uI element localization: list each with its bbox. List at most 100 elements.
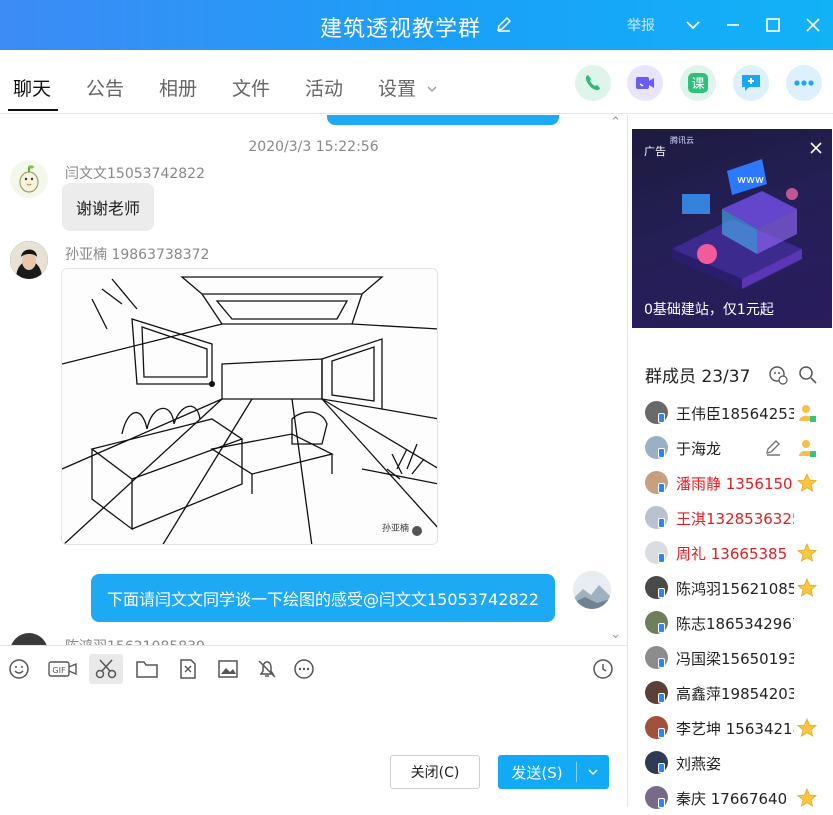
member-row[interactable]: 陈鸿羽15621085: [628, 570, 833, 605]
avatar[interactable]: [10, 241, 48, 279]
more-icon: [794, 80, 814, 86]
chevron-down-icon: [686, 21, 700, 30]
ad-text: 0基础建站，仅1元起: [644, 302, 774, 318]
sender-name[interactable]: 闫文文15053742822: [65, 163, 205, 183]
tab-settings[interactable]: 设置: [378, 74, 438, 101]
member-name[interactable]: 高鑫萍19854203875: [676, 683, 794, 704]
report-button[interactable]: 举报: [627, 15, 655, 35]
member-row[interactable]: 高鑫萍19854203875: [628, 675, 833, 710]
video-call-button[interactable]: [627, 65, 663, 101]
mobile-online-icon: [658, 588, 665, 598]
sender-name[interactable]: 陈鸿羽15621085839: [65, 636, 205, 645]
edit-title-icon[interactable]: [495, 15, 513, 40]
send-file-button[interactable]: [130, 654, 164, 684]
send-options-dropdown[interactable]: [577, 766, 609, 778]
tab-album[interactable]: 相册: [159, 74, 197, 101]
member-row[interactable]: 王淇13285363252: [628, 500, 833, 535]
member-manage-button[interactable]: [768, 365, 788, 389]
more-tools-button[interactable]: [287, 654, 321, 684]
member-name[interactable]: 冯国梁15650193395: [676, 648, 794, 669]
scroll-down-icon[interactable]: ⌄: [610, 627, 621, 642]
screenshot-button[interactable]: [89, 654, 123, 684]
emoji-button[interactable]: [2, 654, 36, 684]
active-tab-indicator: [8, 109, 58, 111]
doc-icon: [180, 659, 196, 679]
message-timestamp: 2020/3/3 15:22:56: [248, 139, 379, 155]
tab-announcement[interactable]: 公告: [86, 74, 124, 101]
member-search-button[interactable]: [798, 365, 818, 389]
message-input[interactable]: [0, 691, 627, 756]
maximize-icon: [766, 18, 780, 32]
window-title-text: 建筑透视教学群: [319, 17, 481, 42]
class-icon-label: 课: [691, 77, 704, 92]
send-image-button[interactable]: [211, 654, 245, 684]
class-button[interactable]: 课: [680, 65, 716, 101]
member-name[interactable]: 王淇13285363252: [676, 508, 794, 529]
member-name[interactable]: 陈鸿羽15621085: [676, 578, 794, 599]
mobile-online-icon: [658, 413, 665, 423]
phone-icon: [585, 75, 600, 91]
member-name[interactable]: 周礼 13665385: [676, 543, 794, 564]
maximize-button[interactable]: [753, 0, 793, 50]
phone-call-button[interactable]: [575, 65, 611, 101]
cartoon-avatar-icon: [19, 165, 39, 193]
mobile-online-icon: [658, 518, 665, 528]
close-button[interactable]: 关闭(C): [390, 755, 480, 789]
message-history-button[interactable]: [586, 654, 620, 684]
star-badge-icon: [797, 472, 817, 492]
member-name[interactable]: 王伟臣18564253: [676, 403, 794, 424]
close-window-button[interactable]: [793, 0, 833, 50]
member-row[interactable]: 冯国梁15650193395: [628, 640, 833, 675]
minimize-icon: [727, 24, 739, 26]
ad-banner[interactable]: 广告 腾讯云 www 0基础建站，仅1元起: [632, 129, 832, 328]
sender-name[interactable]: 孙亚楠 19863738372: [65, 244, 209, 264]
member-name[interactable]: 陈志18653429671: [676, 613, 794, 634]
tab-files[interactable]: 文件: [232, 74, 270, 101]
avatar[interactable]: [10, 160, 48, 198]
tab-chat[interactable]: 聊天: [13, 74, 51, 101]
member-row[interactable]: 潘雨静 13561505: [628, 465, 833, 500]
new-topic-button[interactable]: [733, 65, 769, 101]
dropdown-button[interactable]: [673, 0, 713, 50]
minimize-button[interactable]: [713, 0, 753, 50]
member-badge: [796, 577, 818, 603]
member-badge: [796, 542, 818, 568]
member-name[interactable]: 李艺坤 15634218: [676, 718, 794, 739]
mobile-online-icon: [658, 763, 665, 773]
member-row[interactable]: 王伟臣18564253: [628, 395, 833, 430]
member-badge: [766, 437, 818, 463]
chat-message-area[interactable]: ⌃ 2020/3/3 15:22:56 闫文文15053742822 谢谢老师 …: [0, 115, 627, 645]
mobile-online-icon: [658, 728, 665, 738]
member-name[interactable]: 潘雨静 13561505: [676, 473, 794, 494]
edit-icon: [766, 440, 780, 456]
member-row[interactable]: 刘燕姿: [628, 745, 833, 780]
ad-illustration: www: [672, 159, 802, 289]
landscape-avatar-icon: [573, 571, 611, 609]
mobile-online-icon: [658, 483, 665, 493]
close-icon: [806, 18, 820, 32]
more-actions-button[interactable]: [786, 65, 822, 101]
member-name[interactable]: 刘燕姿: [676, 753, 794, 774]
send-button[interactable]: 发送(S): [498, 755, 609, 789]
image-message[interactable]: 孙亚楠: [61, 268, 438, 545]
message-bubble-self: 下面请闫文文同学谈一下绘图的感受@闫文文15053742822: [91, 574, 555, 622]
chevron-down-icon: [588, 769, 598, 776]
member-badge: [796, 472, 818, 498]
previous-message-bubble: [327, 115, 559, 125]
document-button[interactable]: [171, 654, 205, 684]
member-row[interactable]: 李艺坤 15634218: [628, 710, 833, 745]
gif-button[interactable]: GIF: [45, 654, 81, 684]
avatar-self[interactable]: [573, 571, 611, 609]
scroll-up-icon[interactable]: ⌃: [610, 115, 621, 130]
member-name[interactable]: 秦庆 17667640: [676, 788, 794, 809]
mute-notify-button[interactable]: [250, 654, 284, 684]
member-row[interactable]: 于海龙: [628, 430, 833, 465]
member-row[interactable]: 陈志18653429671: [628, 605, 833, 640]
mobile-online-icon: [658, 448, 665, 458]
emoji-icon: [9, 659, 29, 679]
avatar[interactable]: [10, 633, 48, 645]
member-row[interactable]: 周礼 13665385: [628, 535, 833, 570]
tab-activity[interactable]: 活动: [305, 74, 343, 101]
svg-text:GIF: GIF: [52, 666, 66, 675]
member-row[interactable]: 秦庆 17667640: [628, 780, 833, 815]
